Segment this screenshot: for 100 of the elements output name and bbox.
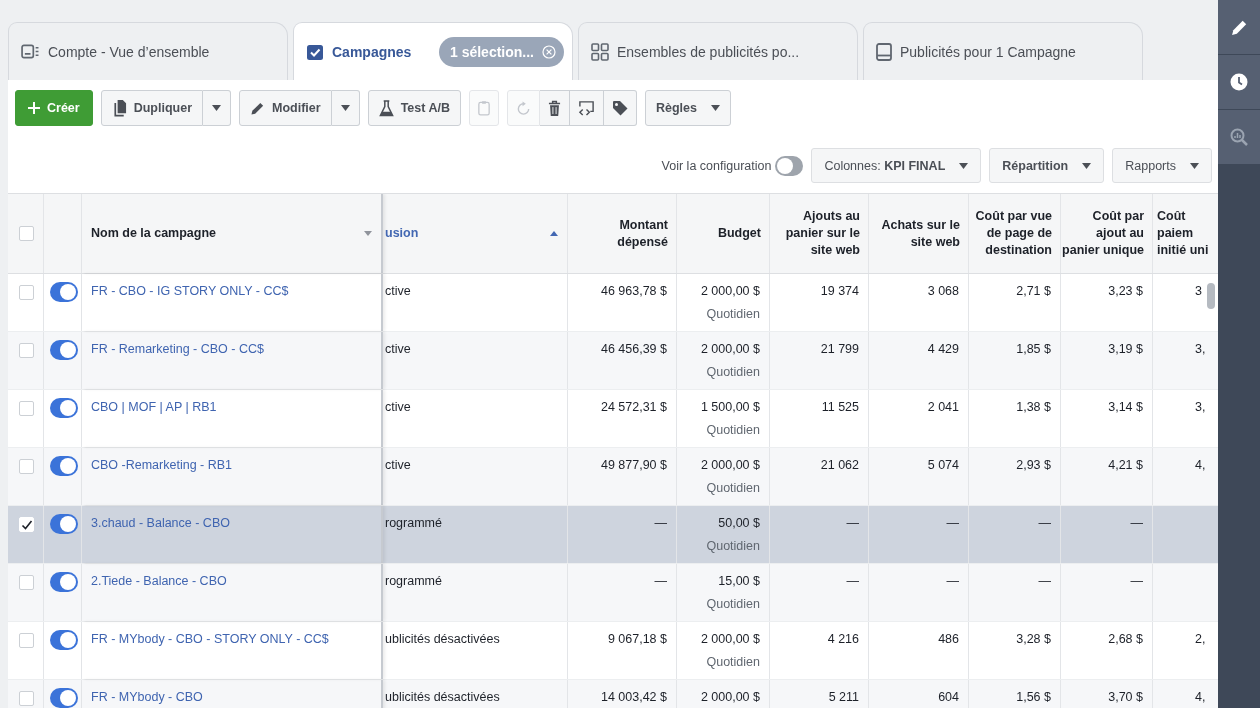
campaign-toggle[interactable] [50, 282, 78, 302]
column-header[interactable]: Budget [717, 225, 761, 242]
duplicate-button[interactable]: Dupliquer [100, 90, 203, 126]
column-header[interactable]: Ajouts au panier sur le site web [785, 208, 860, 259]
column-header[interactable]: Coût paiem initié uni [1157, 208, 1209, 259]
sidebar-button[interactable] [1218, 0, 1260, 54]
config-toggle[interactable] [775, 155, 804, 176]
trash-button[interactable] [539, 90, 570, 126]
clock-icon [1230, 73, 1248, 91]
purchases: 2 041 [927, 400, 959, 414]
column-header[interactable]: Achats sur le site web [881, 216, 960, 251]
purchases: 604 [938, 690, 959, 704]
checkbox[interactable] [19, 575, 34, 590]
delivery-status: ctive [385, 458, 411, 472]
checkbox[interactable] [19, 459, 34, 474]
scrollbar-thumb[interactable] [1207, 283, 1215, 309]
campaign-toggle[interactable] [50, 688, 78, 708]
rules-button[interactable]: Règles [644, 90, 731, 126]
tab[interactable]: Publicités pour 1 Campagne [863, 22, 1143, 80]
campaign-name-link[interactable]: CBO | MOF | AP | RB1 [91, 400, 217, 414]
column-header[interactable]: Coût par ajout au panier unique [1062, 208, 1144, 259]
swap-button[interactable] [569, 90, 604, 126]
budget-amount: 2 000,00 $ [700, 690, 760, 704]
budget-period: Quotidien [706, 481, 760, 495]
edit-button[interactable]: Modifier [239, 90, 332, 126]
cost-per-cart-add: 3,23 $ [1108, 284, 1143, 298]
checkbox[interactable] [19, 343, 34, 358]
amount-spent: 49 877,90 $ [600, 458, 667, 472]
checkbox[interactable] [19, 285, 34, 300]
campaign-name-link[interactable]: 2.Tiede - Balance - CBO [91, 574, 227, 588]
amount-spent: 46 456,39 $ [600, 342, 667, 356]
amount-spent: 46 963,78 $ [600, 284, 667, 298]
flask-icon [378, 99, 394, 117]
purchases: 486 [938, 632, 959, 646]
budget-amount: 2 000,00 $ [700, 284, 760, 298]
columns-button[interactable]: Colonnes: KPI FINAL [811, 148, 982, 183]
tag-button[interactable] [603, 90, 637, 126]
cart-additions: 21 799 [820, 342, 859, 356]
close-icon[interactable] [542, 44, 556, 59]
campaign-toggle[interactable] [50, 572, 78, 592]
breakdown-button[interactable]: Répartition [989, 148, 1105, 183]
campaign-name-link[interactable]: FR - MYbody - CBO [91, 690, 203, 704]
checkbox[interactable] [19, 226, 34, 241]
cost-per-cart-add: 4,21 $ [1108, 458, 1143, 472]
checkbox[interactable] [19, 401, 34, 416]
caret-icon [1190, 162, 1199, 169]
delivery-status: ctive [385, 342, 411, 356]
purchases: — [946, 516, 959, 530]
cost-per-cart-add: 3,19 $ [1108, 342, 1143, 356]
campaign-toggle[interactable] [50, 398, 78, 418]
cart-additions: 21 062 [820, 458, 859, 472]
column-header[interactable]: Coût par vue de page de destination [975, 208, 1052, 259]
trash-icon [547, 99, 561, 117]
plus-icon [28, 102, 40, 114]
campaign-name-link[interactable]: FR - MYbody - CBO - STORY ONLY - CC$ [91, 632, 329, 646]
sort-icon[interactable] [364, 231, 372, 236]
checkbox[interactable] [19, 691, 34, 706]
campaign-name-link[interactable]: CBO -Remarketing - RB1 [91, 458, 232, 472]
reports-button[interactable]: Rapports [1112, 148, 1212, 183]
cost-per-landing-view: 1,56 $ [1016, 690, 1051, 704]
campaign-name-link[interactable]: 3.chaud - Balance - CBO [91, 516, 230, 530]
sort-icon[interactable] [550, 231, 558, 236]
column-header[interactable]: Montant dépensé [617, 216, 668, 251]
cost-per-checkout: 3 [1195, 284, 1202, 298]
sidebar-button[interactable] [1218, 55, 1260, 109]
cart-additions: — [846, 574, 859, 588]
caret-icon [959, 162, 969, 169]
cost-per-landing-view: — [1038, 574, 1051, 588]
dropdown-button[interactable] [331, 90, 360, 126]
purchases: 3 068 [927, 284, 959, 298]
caret-icon [710, 105, 720, 111]
tab[interactable]: Ensembles de publicités po... [578, 22, 858, 80]
campaign-toggle[interactable] [50, 340, 78, 360]
budget-amount: 50,00 $ [718, 516, 760, 530]
caret-icon [212, 105, 221, 111]
purchases: 4 429 [927, 342, 959, 356]
cost-per-landing-view: 2,93 $ [1016, 458, 1051, 472]
campaign-toggle[interactable] [50, 456, 78, 476]
tab[interactable]: Campagnes 1 sélection... [293, 22, 573, 80]
cost-per-cart-add: 3,70 $ [1108, 690, 1143, 704]
cart-additions: 4 216 [827, 632, 859, 646]
campaign-name-link[interactable]: FR - Remarketing - CBO - CC$ [91, 342, 264, 356]
cart-additions: 19 374 [820, 284, 859, 298]
cost-per-landing-view: — [1038, 516, 1051, 530]
ab-test-button[interactable]: Test A/B [367, 90, 461, 126]
column-header[interactable]: usion [385, 225, 419, 242]
column-header[interactable]: Nom de la campagne [91, 225, 217, 242]
tab[interactable]: Compte - Vue d’ensemble [8, 22, 288, 80]
dropdown-button[interactable] [203, 90, 231, 126]
campaign-toggle[interactable] [50, 630, 78, 650]
refresh-icon [515, 100, 531, 116]
campaign-name-link[interactable]: FR - CBO - IG STORY ONLY - CC$ [91, 284, 289, 298]
budget-amount: 2 000,00 $ [700, 342, 760, 356]
cost-per-cart-add: — [1130, 516, 1143, 530]
cost-per-checkout: 3, [1195, 342, 1206, 356]
checkbox[interactable] [19, 633, 34, 648]
pages-icon [111, 98, 127, 118]
delivery-status: ctive [385, 284, 411, 298]
campaign-toggle[interactable] [50, 514, 78, 534]
tag-icon [611, 100, 628, 116]
